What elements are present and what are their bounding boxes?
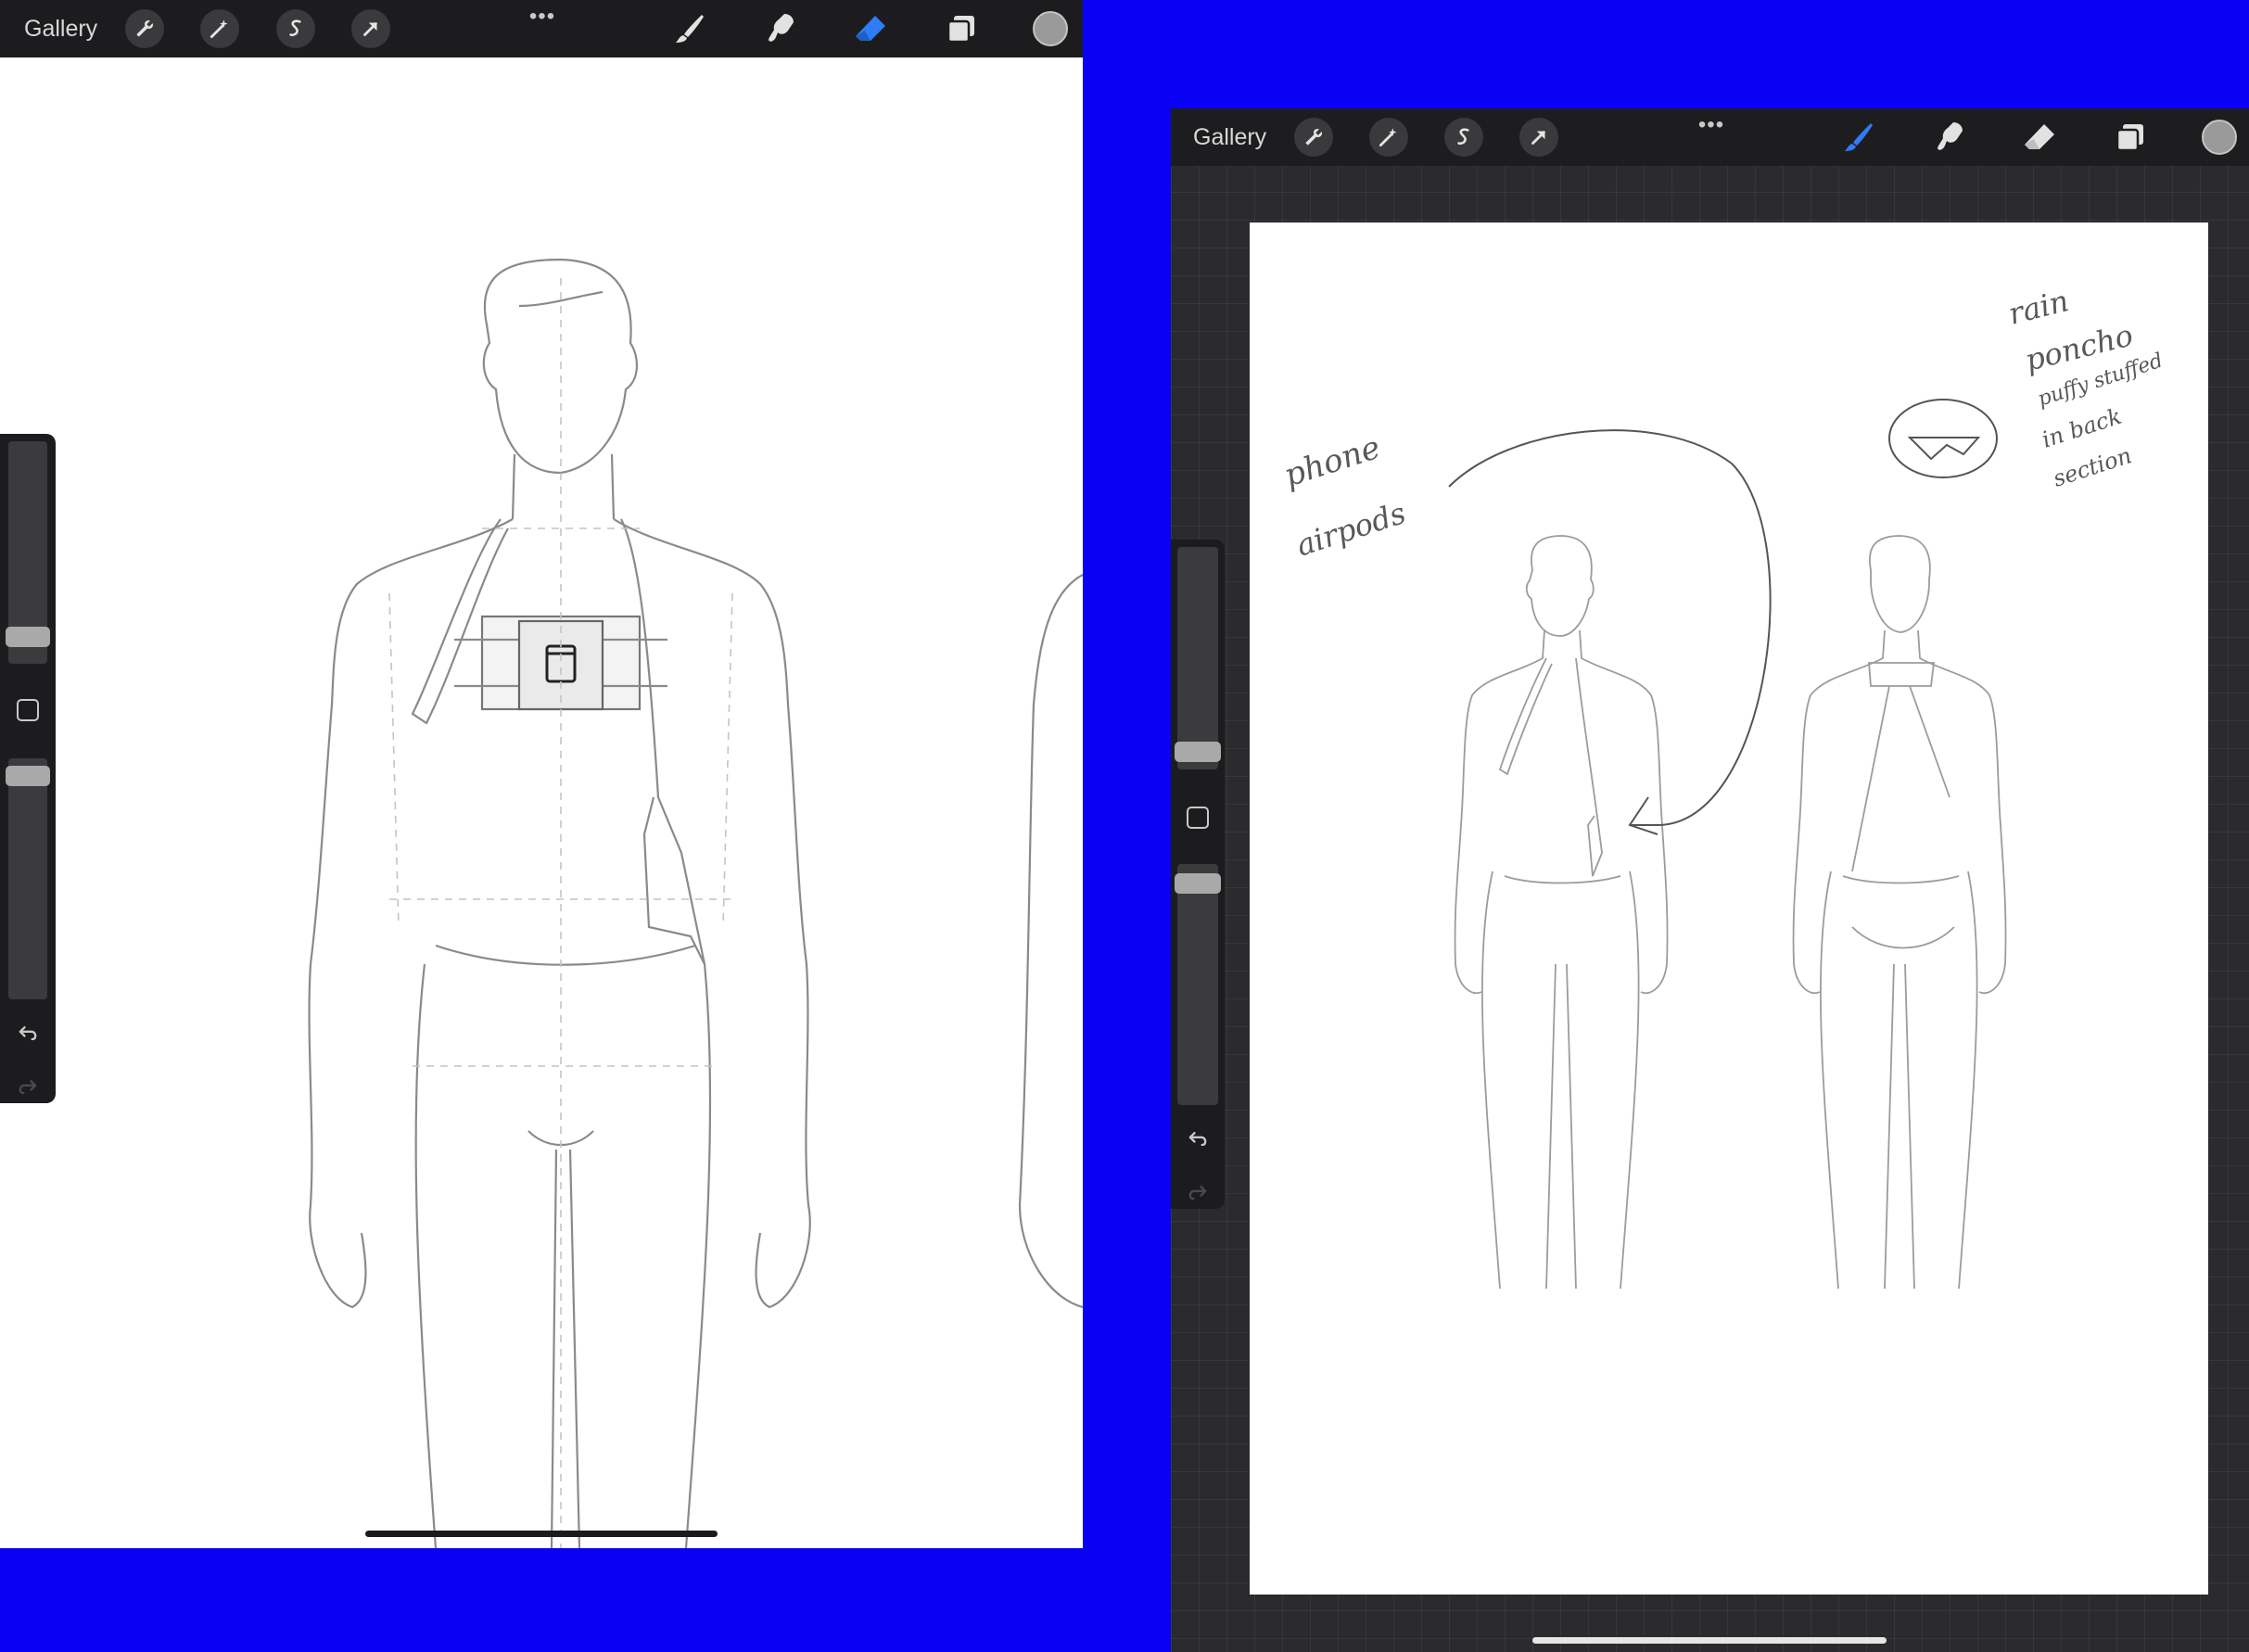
brush-size-thumb[interactable] xyxy=(6,627,50,647)
redo-icon[interactable] xyxy=(11,1070,44,1103)
note-section: section xyxy=(2050,442,2135,492)
layers-icon[interactable] xyxy=(2108,116,2153,159)
note-airpods: airpods xyxy=(1292,495,1410,564)
transform-arrow-icon[interactable] xyxy=(1519,118,1558,157)
brush-icon[interactable] xyxy=(1836,116,1881,159)
right-top-toolbar: Gallery ••• xyxy=(1171,108,2249,166)
wrench-icon[interactable] xyxy=(1294,118,1333,157)
left-procreate-window: Gallery ••• xyxy=(0,0,1083,1548)
eraser-icon[interactable] xyxy=(2017,116,2062,159)
brush-icon[interactable] xyxy=(667,7,712,50)
redo-icon[interactable] xyxy=(1181,1175,1214,1209)
note-in-back: in back xyxy=(2039,403,2125,453)
selection-icon[interactable] xyxy=(1444,118,1483,157)
gallery-button[interactable]: Gallery xyxy=(1193,108,1266,166)
left-top-toolbar: Gallery ••• xyxy=(0,0,1083,57)
layers-icon[interactable] xyxy=(939,7,984,50)
transform-arrow-icon[interactable] xyxy=(351,9,390,48)
opacity-slider[interactable] xyxy=(6,758,50,999)
gallery-button[interactable]: Gallery xyxy=(24,0,97,57)
more-options-icon[interactable]: ••• xyxy=(524,4,561,29)
color-picker-button[interactable] xyxy=(1033,11,1068,46)
wrench-icon[interactable] xyxy=(125,9,164,48)
right-sidebar xyxy=(1171,540,1225,1209)
right-canvas[interactable]: phone airpods rain poncho puffy stuffed … xyxy=(1250,222,2208,1595)
left-sidebar xyxy=(0,434,56,1103)
home-indicator[interactable] xyxy=(365,1531,718,1537)
color-picker-button[interactable] xyxy=(2202,120,2237,155)
modify-button[interactable] xyxy=(1187,807,1209,829)
modify-button[interactable] xyxy=(17,699,39,721)
sketch-drawing[interactable]: phone airpods rain poncho puffy stuffed … xyxy=(1250,222,2208,1595)
smudge-icon[interactable] xyxy=(758,7,803,50)
home-indicator[interactable] xyxy=(1532,1637,1887,1644)
selection-icon[interactable] xyxy=(276,9,315,48)
undo-icon[interactable] xyxy=(11,1016,44,1049)
opacity-thumb[interactable] xyxy=(1175,873,1221,894)
eraser-icon[interactable] xyxy=(848,7,893,50)
magic-wand-icon[interactable] xyxy=(200,9,239,48)
opacity-thumb[interactable] xyxy=(6,766,50,786)
opacity-slider[interactable] xyxy=(1175,864,1221,1105)
note-rain: rain xyxy=(2005,283,2072,332)
undo-icon[interactable] xyxy=(1181,1122,1214,1155)
right-procreate-window: phone airpods rain poncho puffy stuffed … xyxy=(1171,108,2249,1652)
brush-size-slider[interactable] xyxy=(1175,547,1221,769)
note-phone: phone xyxy=(1279,429,1384,495)
left-canvas-drawing[interactable] xyxy=(0,57,1083,1548)
brush-size-slider[interactable] xyxy=(6,441,50,664)
brush-size-thumb[interactable] xyxy=(1175,742,1221,762)
magic-wand-icon[interactable] xyxy=(1369,118,1408,157)
smudge-icon[interactable] xyxy=(1927,116,1972,159)
more-options-icon[interactable]: ••• xyxy=(1693,112,1730,137)
